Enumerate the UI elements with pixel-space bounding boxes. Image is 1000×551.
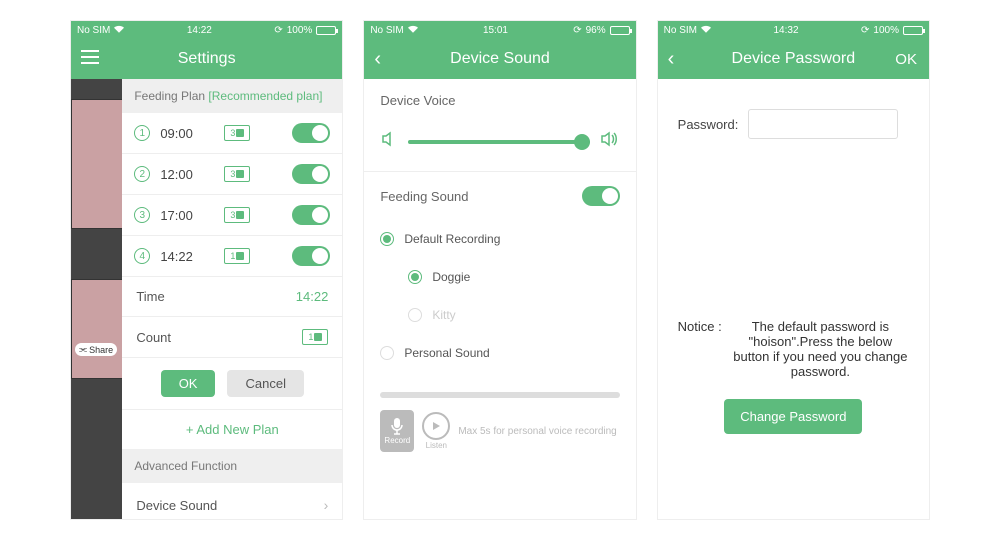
- plan-row[interactable]: 1 09:00 3: [122, 113, 342, 154]
- portion-badge: 1: [224, 248, 250, 264]
- notice: Notice : The default password is "hoison…: [678, 319, 909, 379]
- settings-screen: No SIM 14:22 ⟳ 100% Settings ⫘Share: [70, 20, 343, 520]
- battery-icon: [903, 26, 923, 35]
- add-plan-button[interactable]: + Add New Plan: [122, 409, 342, 449]
- time-row[interactable]: Time 14:22: [122, 277, 342, 317]
- food-icon: [236, 170, 244, 178]
- sync-icon: ⟳: [573, 25, 581, 36]
- device-password-screen: No SIM 14:32 ⟳ 100% ‹ Device Password OK…: [657, 20, 930, 520]
- listen-button[interactable]: [422, 412, 450, 440]
- battery-icon: [610, 26, 630, 35]
- ok-button[interactable]: OK: [161, 370, 216, 397]
- food-icon: [236, 129, 244, 137]
- share-button[interactable]: ⫘Share: [75, 343, 117, 356]
- settings-panel: Feeding Plan [Recommended plan] 1 09:00 …: [122, 79, 342, 519]
- plan-row[interactable]: 4 14:22 1: [122, 236, 342, 277]
- plan-time: 14:22: [160, 249, 210, 264]
- record-button[interactable]: Record: [380, 410, 414, 452]
- status-bar: No SIM 14:32 ⟳ 100%: [658, 21, 929, 39]
- personal-sound-radio[interactable]: Personal Sound: [364, 334, 635, 372]
- food-icon: [236, 211, 244, 219]
- plan-row[interactable]: 2 12:00 3: [122, 154, 342, 195]
- cancel-button[interactable]: Cancel: [227, 370, 303, 397]
- status-bar: No SIM 15:01 ⟳ 96%: [364, 21, 635, 39]
- plan-time: 17:00: [160, 208, 210, 223]
- portion-badge: 3: [224, 166, 250, 182]
- change-password-button[interactable]: Change Password: [724, 399, 862, 434]
- carrier: No SIM: [370, 25, 403, 36]
- sync-icon: ⟳: [274, 25, 282, 36]
- back-icon[interactable]: ‹: [668, 49, 675, 69]
- carrier: No SIM: [664, 25, 697, 36]
- page-title: Settings: [178, 50, 236, 68]
- portion-badge: 3: [224, 207, 250, 223]
- notice-text: The default password is "hoison".Press t…: [732, 319, 909, 379]
- portion-badge: 3: [224, 125, 250, 141]
- doggie-radio[interactable]: Doggie: [364, 258, 635, 296]
- back-icon[interactable]: ‹: [374, 49, 381, 69]
- volume-slider[interactable]: [364, 122, 635, 172]
- battery-pct: 96%: [586, 25, 606, 36]
- wifi-icon: [408, 25, 418, 36]
- time-value: 14:22: [296, 289, 329, 304]
- slider-thumb[interactable]: [574, 134, 590, 150]
- plan-toggle[interactable]: [292, 205, 330, 225]
- speaker-low-icon: [380, 130, 398, 153]
- plan-time: 12:00: [160, 167, 210, 182]
- plan-toggle[interactable]: [292, 123, 330, 143]
- portion-badge: 1: [302, 329, 328, 345]
- advanced-header: Advanced Function: [122, 449, 342, 483]
- button-row: OK Cancel: [122, 358, 342, 409]
- ok-button[interactable]: OK: [895, 51, 917, 68]
- clock: 14:32: [773, 25, 798, 36]
- plan-toggle[interactable]: [292, 164, 330, 184]
- radio-icon: [408, 308, 422, 322]
- plan-toggle[interactable]: [292, 246, 330, 266]
- feeding-plan-header: Feeding Plan [Recommended plan]: [122, 79, 342, 113]
- header: Settings: [71, 39, 342, 79]
- device-sound-screen: No SIM 15:01 ⟳ 96% ‹ Device Sound Device…: [363, 20, 636, 520]
- password-label: Password:: [678, 117, 739, 132]
- carrier: No SIM: [77, 25, 110, 36]
- clock: 15:01: [483, 25, 508, 36]
- page-title: Device Sound: [450, 50, 550, 68]
- password-field[interactable]: [748, 109, 898, 139]
- record-controls: Record Listen Max 5s for personal voice …: [364, 406, 635, 456]
- radio-icon: [408, 270, 422, 284]
- battery-icon: [316, 26, 336, 35]
- wifi-icon: [114, 25, 124, 36]
- page-title: Device Password: [732, 50, 856, 68]
- battery-pct: 100%: [873, 25, 899, 36]
- count-row[interactable]: Count 1: [122, 317, 342, 358]
- kitty-radio[interactable]: Kitty: [364, 296, 635, 334]
- sync-icon: ⟳: [861, 25, 869, 36]
- password-row: Password:: [678, 109, 909, 139]
- slider-track[interactable]: [408, 140, 589, 144]
- menu-icon[interactable]: [81, 50, 99, 69]
- radio-icon: [380, 346, 394, 360]
- feeding-sound-toggle[interactable]: [582, 186, 620, 206]
- default-recording-radio[interactable]: Default Recording: [364, 220, 635, 258]
- device-voice-label: Device Voice: [364, 79, 635, 122]
- food-icon: [314, 333, 322, 341]
- battery-pct: 100%: [287, 25, 313, 36]
- clock: 14:22: [187, 25, 212, 36]
- chevron-right-icon: ›: [324, 497, 329, 513]
- record-hint: Max 5s for personal voice recording: [458, 426, 616, 437]
- wifi-icon: [701, 25, 711, 36]
- food-icon: [236, 252, 244, 260]
- feeding-sound-row: Feeding Sound: [364, 172, 635, 220]
- device-sound-row[interactable]: Device Sound ›: [122, 483, 342, 519]
- header: ‹ Device Password OK: [658, 39, 929, 79]
- record-progress: [380, 392, 619, 398]
- plan-row[interactable]: 3 17:00 3: [122, 195, 342, 236]
- speaker-high-icon: [600, 130, 620, 153]
- header: ‹ Device Sound: [364, 39, 635, 79]
- radio-icon: [380, 232, 394, 246]
- notice-label: Notice :: [678, 319, 722, 379]
- status-bar: No SIM 14:22 ⟳ 100%: [71, 21, 342, 39]
- plan-time: 09:00: [160, 126, 210, 141]
